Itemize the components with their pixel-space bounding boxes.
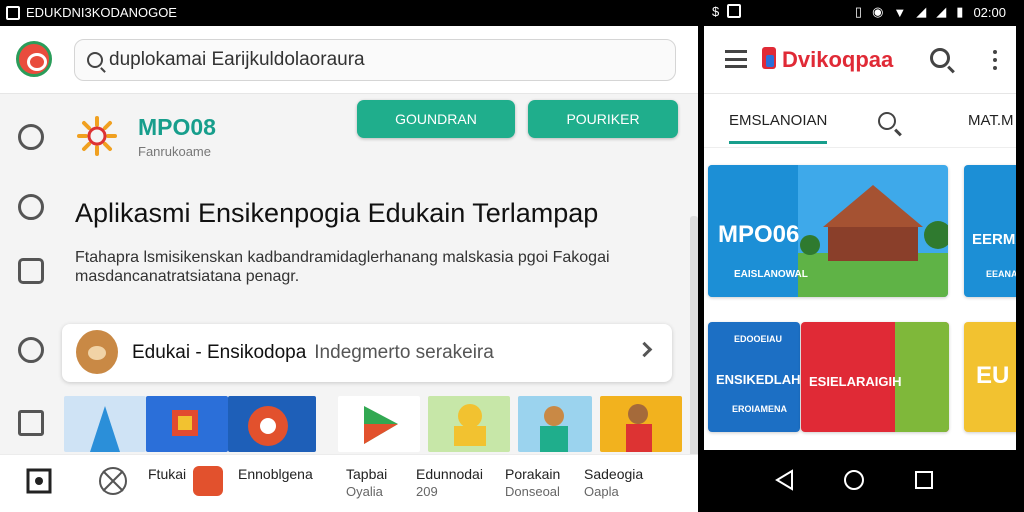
thumb-item[interactable] [228,396,316,452]
status-right: ▯ ◉ ▼ ◢ ◢ ▮ 02:00 [855,4,1006,20]
clock: 02:00 [973,4,1006,20]
status-right-icons-left: $ [712,4,742,19]
notification-icon [727,4,742,18]
app-red-icon[interactable] [193,466,223,496]
tile-eu-title: EU [976,362,1010,389]
back-icon[interactable] [774,468,796,492]
wifi-icon: ▼ [893,4,907,20]
tile-mpo06-title: MPO06 [718,221,800,248]
app-logo[interactable] [16,41,52,77]
left-pane: duplokamai Earijkuldolaoraura MPO08 Fanr… [0,26,698,512]
home-icon[interactable] [18,410,44,436]
nav-rail [0,94,60,512]
bottom-item[interactable]: Tapbai Oyalia [346,465,387,501]
left-header: duplokamai Earijkuldolaoraura [0,26,698,94]
page-description: Ftahapra lsmisikenskan kadbandramidagler… [75,249,610,285]
brand-name: MPO08 [138,114,216,140]
more-vert-icon[interactable] [993,50,997,70]
right-header: Dvikoqpaa [704,26,1016,94]
primary-button[interactable]: GOUNDRAN [357,100,515,138]
search-value: duplokamai Earijkuldolaoraura [109,49,365,70]
right-app-title: Dvikoqpaa [782,47,894,72]
thumb-item[interactable] [600,396,682,452]
brand-subtitle: Fanrukoame [138,144,211,159]
secondary-button[interactable]: POURIKER [528,100,678,138]
thumb-item[interactable] [146,396,228,452]
tile-esielaraigih[interactable]: ESIELARAIGIH [801,322,949,432]
chevron-right-icon [636,341,653,358]
scrollbar[interactable] [690,216,698,476]
signal-icon: ◢ [916,4,927,19]
tile-eermai-sub: EEANAR [986,269,1016,279]
app-logo-icon [762,47,776,69]
alarm-icon: ◉ [872,4,884,19]
compass-icon[interactable] [98,466,128,496]
thumb-item[interactable] [518,396,592,452]
status-bar: EDUKDNI3KODANOGOE $ ▯ ◉ ▼ ◢ ◢ ▮ 02:00 [0,0,1024,26]
bottom-item[interactable]: Edunnodai 209 [416,465,483,501]
search-icon[interactable] [930,48,950,68]
thumbnail-strip [64,396,682,452]
tile-ensikedlah-sub: EROIAMENA [732,404,788,414]
dollar-icon: $ [712,4,720,19]
bottom-item[interactable]: Ftukai [148,465,186,483]
search-icon [87,52,103,68]
card-subtitle: Indegmerto serakeira [314,342,494,363]
app-icon [6,5,20,20]
search-rail-icon[interactable] [18,124,44,150]
menu-icon[interactable] [725,50,747,68]
vibrate-icon: ▯ [854,4,863,19]
thumb-item[interactable] [428,396,510,452]
bottom-bar: Ftukai Ennoblgena Tapbai Oyalia Edunnoda… [0,454,698,512]
sun-logo-icon [77,116,117,156]
signal-icon-2: ◢ [936,4,947,19]
tile-mpo06[interactable]: MPO06 EAISLANOWAL [708,165,948,297]
tile-mpo06-sub: EAISLANOWAL [734,269,808,280]
thumb-item[interactable] [64,396,146,452]
thumb-item[interactable] [338,396,420,452]
history-icon[interactable] [18,194,44,220]
status-app-title: EDUKDNI3KODANOGOE [26,5,177,20]
tab-matm[interactable]: MAT.M [968,112,1014,129]
battery-icon: ▮ [956,4,964,19]
tab-search-icon[interactable] [878,112,896,130]
system-nav-bar [704,450,1016,512]
tile-eu[interactable]: EU [964,322,1016,432]
status-left: EDUKDNI3KODANOGOE [6,5,177,20]
bottom-item[interactable]: Ennoblgena [238,465,313,483]
info-icon[interactable] [18,337,44,363]
right-pane: Dvikoqpaa EMSLANOIAN MAT.M MPO06 EAISLAN… [704,26,1016,450]
tab-bar: EMSLANOIAN MAT.M [704,94,1016,148]
tile-esielaraigih-title: ESIELARAIGIH [809,374,902,389]
scan-icon[interactable] [24,466,54,496]
search-input[interactable]: duplokamai Earijkuldolaoraura [74,39,676,81]
tile-eermai-title: EERMAI [972,231,1016,248]
bottom-item[interactable]: Porakain Donseoal [505,465,560,501]
gamepad-icon[interactable] [18,258,44,284]
tile-ensikedlah-top: EDOOEIAU [734,334,783,344]
tile-ensikedlah[interactable]: EDOOEIAU ENSIKEDLAH EROIAMENA [708,322,800,432]
card-title: Edukai - Ensikodopa [132,342,307,363]
app-card[interactable]: Edukai - Ensikodopa Indegmerto serakeira [62,324,672,382]
recents-icon[interactable] [912,468,936,492]
tile-ensikedlah-title: ENSIKEDLAH [716,372,800,387]
page-title: Aplikasmi Ensikenpogia Edukain Terlampap [75,198,599,228]
tab-emslanoian[interactable]: EMSLANOIAN [729,112,828,144]
bottom-item[interactable]: Sadeogia Oapla [584,465,643,501]
home-nav-icon[interactable] [842,468,866,492]
tile-eermai[interactable]: EERMAI EEANAR [964,165,1016,297]
mascot-avatar [76,330,118,374]
